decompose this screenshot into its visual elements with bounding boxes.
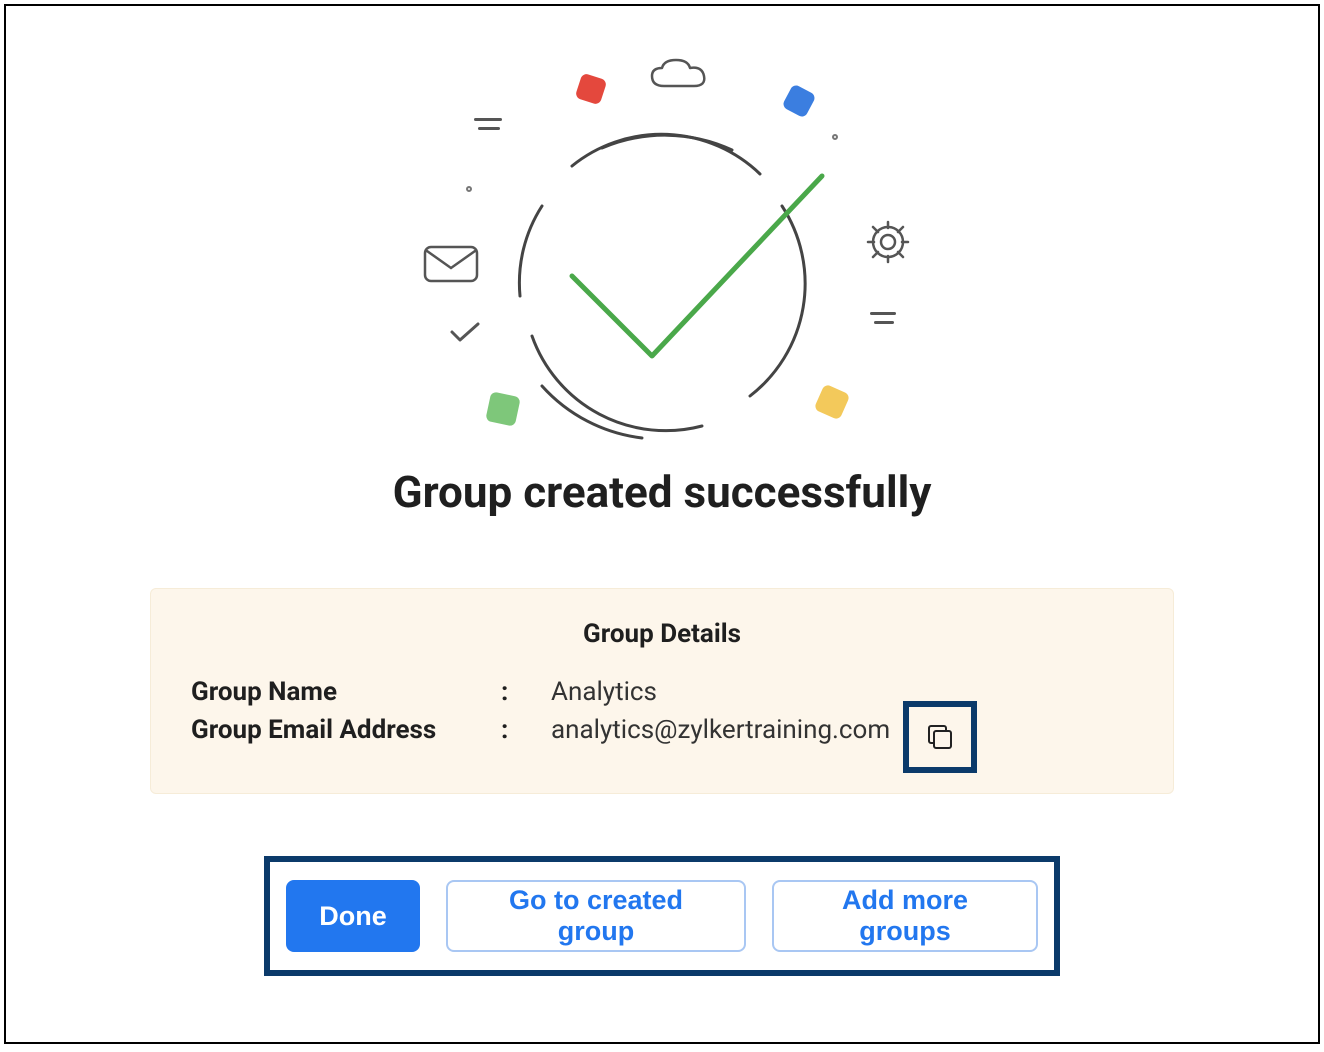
group-email-label: Group Email Address: [191, 715, 501, 745]
decorative-lines: [474, 118, 502, 130]
separator: :: [501, 715, 551, 745]
group-details-title: Group Details: [191, 619, 1133, 649]
copy-icon: [925, 722, 955, 752]
cloud-icon: [646, 56, 716, 96]
success-heading: Group created successfully: [6, 466, 1318, 518]
decorative-square-green: [485, 391, 521, 427]
decorative-dot: [466, 186, 472, 192]
copy-highlight-box: [903, 701, 977, 773]
gear-icon: [864, 218, 912, 266]
decorative-dot: [832, 134, 838, 140]
success-illustration: [392, 46, 932, 446]
group-name-value: Analytics: [551, 677, 657, 707]
group-name-row: Group Name : Analytics: [191, 677, 1133, 707]
group-name-label: Group Name: [191, 677, 501, 707]
group-email-value: analytics@zylkertraining.com: [551, 715, 890, 745]
group-email-row: Group Email Address : analytics@zylkertr…: [191, 715, 1133, 745]
copy-email-button[interactable]: [920, 717, 960, 757]
done-button[interactable]: Done: [286, 880, 420, 952]
confirmation-dialog: Group created successfully Group Details…: [4, 4, 1320, 1044]
separator: :: [501, 677, 551, 707]
group-details-card: Group Details Group Name : Analytics Gro…: [150, 588, 1174, 794]
add-more-groups-button[interactable]: Add more groups: [772, 880, 1038, 952]
decorative-lines: [870, 312, 896, 324]
go-to-group-button[interactable]: Go to created group: [446, 880, 746, 952]
small-check-icon: [448, 320, 482, 346]
envelope-icon: [422, 242, 480, 284]
actions-highlight-box: Done Go to created group Add more groups: [264, 856, 1060, 976]
